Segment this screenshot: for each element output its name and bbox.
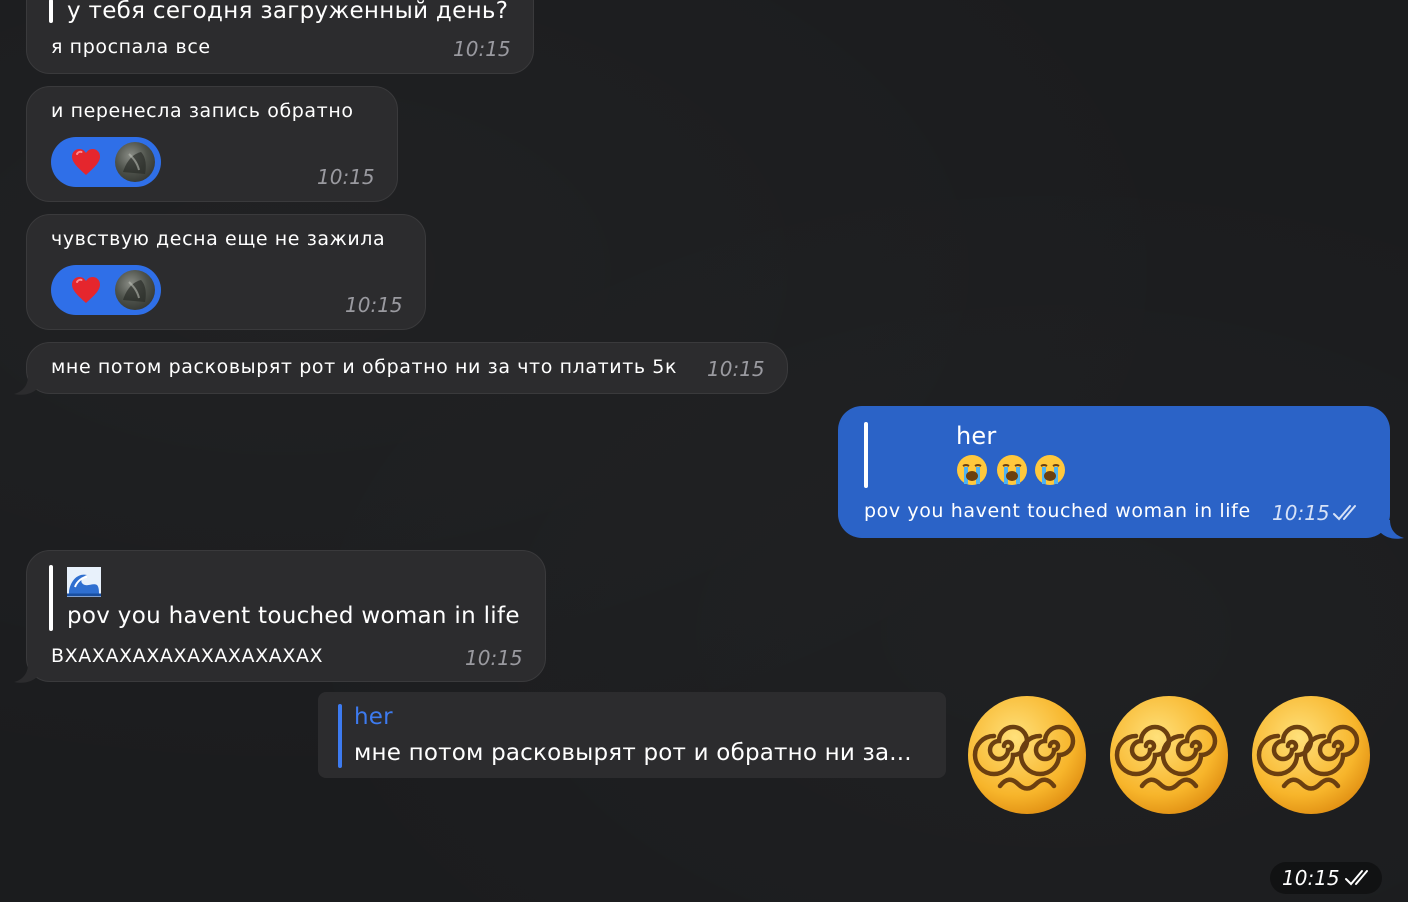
reaction-heart[interactable] bbox=[51, 265, 161, 315]
message-bubble[interactable]: мне потом расковырят рот и обратно ни за… bbox=[26, 342, 788, 394]
double-check-icon bbox=[1333, 505, 1356, 521]
message-text: мне потом расковырят рот и обратно ни за… bbox=[51, 356, 678, 378]
bubble-tail bbox=[1380, 520, 1404, 539]
message-time: 10:15 bbox=[707, 357, 765, 381]
message-bubble[interactable]: pov you havent touched woman in life ВХА… bbox=[26, 550, 546, 682]
message-time: 10:15 bbox=[345, 293, 403, 317]
time-pill: 10:15 bbox=[1270, 862, 1382, 894]
heart-icon bbox=[72, 149, 100, 175]
outgoing-message-bubble[interactable]: her pov you havent touched woman in life… bbox=[838, 406, 1390, 538]
water-wave-icon bbox=[67, 567, 101, 597]
quote-bar bbox=[49, 565, 53, 631]
crying-face-icon bbox=[1035, 455, 1065, 485]
message-bubble[interactable]: и перенесла запись обратно 10:15 bbox=[26, 86, 398, 202]
quote-author: her bbox=[956, 422, 997, 450]
message-text: чувствую десна еще не зажила bbox=[51, 228, 386, 250]
quote-bar bbox=[864, 422, 868, 488]
message-time: 10:15 bbox=[1282, 866, 1340, 890]
quoted-text: у тебя сегодня загруженный день? bbox=[67, 0, 509, 24]
message-time: 10:15 bbox=[317, 165, 375, 189]
message-time: 10:15 bbox=[465, 646, 523, 670]
dizzy-face-icon[interactable] bbox=[1108, 694, 1230, 816]
reply-author: her bbox=[354, 704, 393, 730]
message-text: pov you havent touched woman in life bbox=[864, 500, 1251, 522]
reply-text: мне потом расковырят рот и обратно ни за… bbox=[354, 740, 912, 766]
message-time: 10:15 bbox=[453, 37, 511, 61]
message-bubble[interactable]: чувствую десна еще не зажила 10:15 bbox=[26, 214, 426, 330]
quoted-text: pov you havent touched woman in life bbox=[67, 603, 520, 629]
message-time: 10:15 bbox=[1272, 501, 1330, 525]
avatar bbox=[115, 142, 155, 182]
dizzy-face-icon[interactable] bbox=[966, 694, 1088, 816]
quote-bar bbox=[49, 0, 53, 23]
message-text: и перенесла запись обратно bbox=[51, 100, 354, 122]
reply-preview[interactable]: her мне потом расковырят рот и обратно н… bbox=[318, 692, 946, 778]
bubble-tail bbox=[14, 664, 38, 683]
message-text: я проспала все bbox=[51, 36, 211, 58]
crying-face-icon bbox=[997, 455, 1027, 485]
reply-accent-bar bbox=[338, 704, 342, 768]
dizzy-face-icon[interactable] bbox=[1250, 694, 1372, 816]
double-check-icon bbox=[1345, 870, 1368, 886]
message-bubble[interactable]: у тебя сегодня загруженный день? я просп… bbox=[26, 0, 534, 74]
reaction-heart[interactable] bbox=[51, 137, 161, 187]
avatar bbox=[115, 270, 155, 310]
bubble-tail bbox=[14, 376, 38, 395]
message-text: ВХАХАХАХАХАХАХАХАХАХ bbox=[51, 645, 324, 667]
heart-icon bbox=[72, 277, 100, 303]
crying-face-icon bbox=[957, 455, 987, 485]
